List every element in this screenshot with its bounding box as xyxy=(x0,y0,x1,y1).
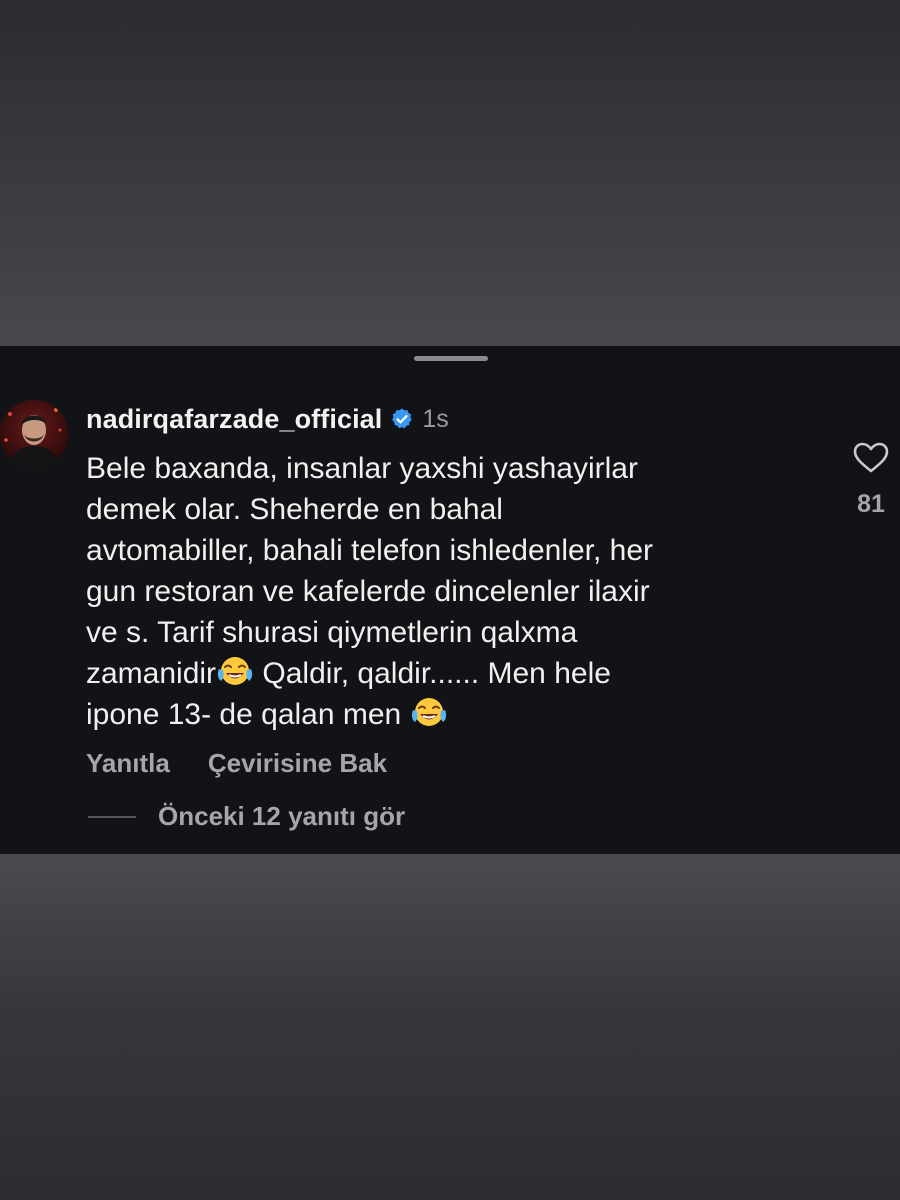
see-translation-button[interactable]: Çevirisine Bak xyxy=(208,748,387,779)
view-previous-replies-label: Önceki 12 yanıtı gör xyxy=(158,801,406,831)
comment-text-part-1: Bele baxanda, insanlar yaxshi yashayirla… xyxy=(86,452,654,690)
blurred-background-top xyxy=(0,0,900,346)
comment-sheet: nadirqafarzade_official 1s Bele baxanda,… xyxy=(0,346,900,854)
comment-text: Bele baxanda, insanlar yaxshi yashayirla… xyxy=(86,448,806,735)
replies-divider-line xyxy=(88,815,136,818)
like-count: 81 xyxy=(857,490,885,518)
avatar[interactable] xyxy=(0,400,68,468)
sheet-grab-handle[interactable] xyxy=(414,356,488,361)
view-previous-replies[interactable]: Önceki 12 yanıtı gör xyxy=(88,801,405,832)
like-column: 81 xyxy=(848,442,894,519)
username[interactable]: nadirqafarzade_official xyxy=(86,404,382,435)
blurred-background-bottom xyxy=(0,854,900,1200)
face-with-tears-of-joy-icon xyxy=(217,657,253,685)
comment-actions: Yanıtla Çevirisine Bak xyxy=(86,748,425,779)
face-with-tears-of-joy-icon xyxy=(411,698,446,726)
reply-button[interactable]: Yanıtla xyxy=(86,748,170,779)
comment-header: nadirqafarzade_official 1s xyxy=(86,402,449,436)
comment-timestamp: 1s xyxy=(422,404,449,433)
heart-icon[interactable] xyxy=(853,442,889,474)
verified-badge-icon xyxy=(392,408,413,429)
